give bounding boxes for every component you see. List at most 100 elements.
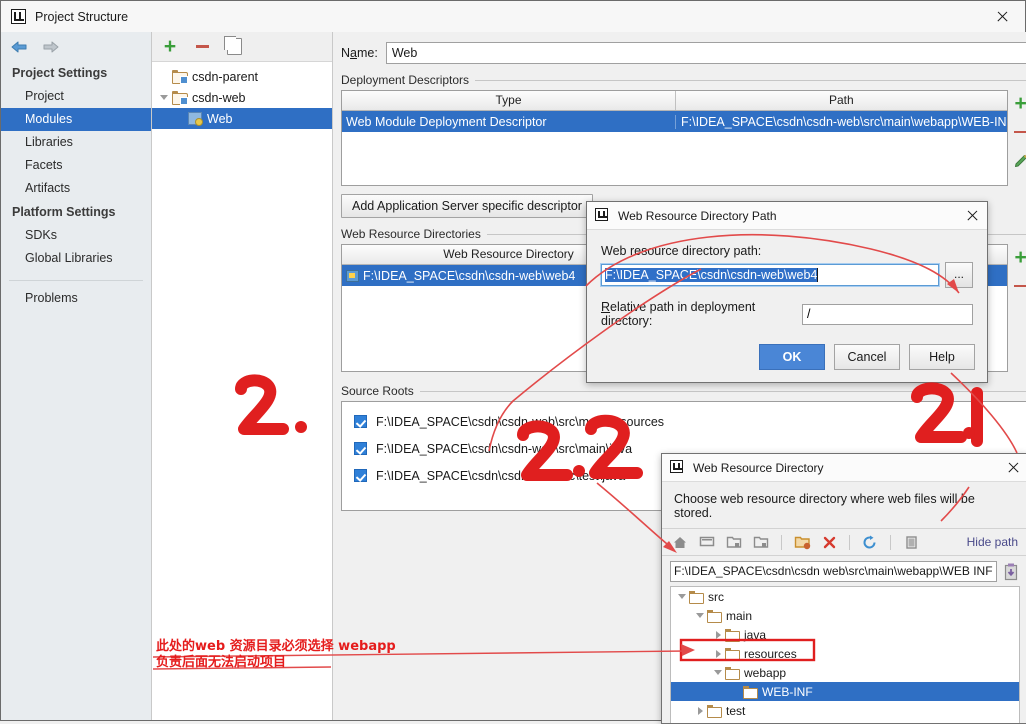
web-resource-path-value: F:\IDEA_SPACE\csdn\csdn-web\web4 — [605, 268, 818, 282]
dialog-close-button[interactable] — [1002, 458, 1024, 477]
browse-button[interactable]: ... — [945, 262, 973, 288]
sidebar-item-facets[interactable]: Facets — [1, 154, 151, 177]
sidebar-item-global-libraries[interactable]: Global Libraries — [1, 247, 151, 270]
folder-icon — [707, 609, 722, 623]
directory-tree: src main java resources webapp WEB-INF t… — [670, 586, 1020, 723]
source-root-checkbox[interactable] — [354, 442, 367, 455]
tree-item[interactable]: main — [671, 606, 1019, 625]
paste-icon[interactable] — [1002, 562, 1020, 581]
tree-item[interactable]: resources — [671, 644, 1019, 663]
sidebar-item-libraries[interactable]: Libraries — [1, 131, 151, 154]
close-icon — [1007, 461, 1020, 474]
web-facet-icon — [188, 112, 203, 126]
module-folder-icon — [172, 91, 188, 105]
folder-icon — [743, 685, 758, 699]
home-icon[interactable] — [670, 532, 690, 552]
ok-button[interactable]: OK — [759, 344, 825, 370]
column-header-path[interactable]: Path — [676, 91, 1007, 110]
cell-type: Web Module Deployment Descriptor — [346, 114, 547, 129]
desktop-icon[interactable] — [697, 532, 717, 552]
sidebar-item-artifacts[interactable]: Artifacts — [1, 177, 151, 200]
tree-item[interactable]: test — [671, 701, 1019, 720]
tree-item-webapp[interactable]: webapp — [671, 663, 1019, 682]
source-root-checkbox[interactable] — [354, 415, 367, 428]
toolbar-separator — [890, 534, 891, 550]
refresh-icon[interactable] — [860, 532, 880, 552]
add-app-server-descriptor-button[interactable]: Add Application Server specific descript… — [341, 194, 593, 218]
module-tree-item[interactable]: csdn-web — [152, 87, 332, 108]
remove-web-resource-button[interactable] — [1011, 276, 1026, 296]
cancel-button[interactable]: Cancel — [834, 344, 900, 370]
project-structure-window: Project Structure Project Settings Proje… — [0, 0, 1026, 724]
module-folder-icon — [172, 70, 188, 84]
modules-panel: + csdn-parent csdn-web Web — [152, 32, 333, 720]
intellij-logo-icon — [670, 459, 686, 476]
toolbar-separator — [849, 534, 850, 550]
add-module-button[interactable]: + — [160, 36, 180, 57]
relative-path-input[interactable] — [802, 303, 973, 325]
web-resource-path-label: Web resource directory path: — [601, 244, 762, 258]
show-hidden-icon[interactable] — [901, 532, 921, 552]
chevron-right-icon[interactable] — [711, 628, 725, 642]
nav-history-controls — [1, 32, 151, 61]
module-tree-item-web[interactable]: Web — [152, 108, 332, 129]
forward-arrow-icon[interactable] — [41, 39, 61, 55]
remove-module-button[interactable] — [192, 37, 212, 57]
module-name-input[interactable] — [385, 42, 1026, 64]
sidebar-item-project[interactable]: Project — [1, 85, 151, 108]
copy-module-button[interactable] — [223, 36, 244, 57]
sidebar-item-modules[interactable]: Modules — [1, 108, 151, 131]
close-icon — [966, 209, 979, 222]
help-button[interactable]: Help — [909, 344, 975, 370]
source-root-row[interactable]: F:\IDEA_SPACE\csdn\csdn-web\src\main\res… — [342, 408, 1026, 435]
intellij-logo-icon — [11, 8, 27, 25]
remove-descriptor-button[interactable] — [1011, 122, 1026, 142]
chevron-right-icon[interactable] — [711, 647, 725, 661]
nav-group-project-settings: Project Settings — [12, 66, 108, 80]
deployment-descriptors-table: Type Path Web Module Deployment Descript… — [341, 90, 1008, 186]
relative-path-label: Relative path in deployment directory: — [601, 300, 756, 328]
add-descriptor-button[interactable]: + — [1011, 93, 1026, 114]
dialog-close-button[interactable] — [961, 206, 983, 225]
tree-item[interactable]: java — [671, 625, 1019, 644]
window-close-button[interactable] — [979, 1, 1025, 31]
sidebar-item-sdks[interactable]: SDKs — [1, 224, 151, 247]
column-header-type[interactable]: Type — [342, 91, 676, 110]
hide-path-link[interactable]: Hide path — [967, 535, 1018, 549]
add-web-resource-button[interactable]: + — [1011, 247, 1026, 268]
folder-icon — [707, 704, 722, 718]
chevron-down-icon[interactable] — [675, 590, 689, 604]
chooser-description: Choose web resource directory where web … — [674, 492, 975, 520]
project-folder-icon[interactable] — [724, 532, 744, 552]
web-resource-folder-icon — [346, 269, 359, 282]
module-folder-icon[interactable] — [751, 532, 771, 552]
tree-item-label: test — [726, 703, 746, 718]
edit-descriptor-button[interactable] — [1011, 151, 1026, 171]
module-label: csdn-parent — [192, 69, 259, 84]
delete-icon[interactable] — [819, 532, 839, 552]
chevron-down-icon[interactable] — [156, 90, 172, 106]
tree-item-label: webapp — [744, 665, 787, 680]
back-arrow-icon[interactable] — [9, 39, 29, 55]
module-name-label: Name: — [341, 46, 378, 60]
chooser-path-input[interactable]: F:\IDEA_SPACE\csdn\csdn web\src\main\web… — [670, 561, 997, 582]
chevron-down-icon[interactable] — [693, 609, 707, 623]
cell-directory-text: F:\IDEA_SPACE\csdn\csdn-web\web4 — [363, 268, 576, 283]
table-row[interactable]: Web Module Deployment Descriptor F:\IDEA… — [342, 111, 1007, 132]
new-folder-icon[interactable] — [792, 532, 812, 552]
tree-item[interactable]: src — [671, 587, 1019, 606]
folder-icon — [725, 666, 740, 680]
web-resource-path-input[interactable]: F:\IDEA_SPACE\csdn\csdn-web\web4 — [600, 263, 940, 287]
sidebar-item-problems[interactable]: Problems — [1, 287, 151, 310]
chevron-down-icon[interactable] — [711, 666, 725, 680]
tree-item-label: resources — [744, 646, 797, 661]
source-root-path: F:\IDEA_SPACE\csdn\csdn-web\src\main\res… — [376, 414, 665, 429]
module-tree-item[interactable]: csdn-parent — [152, 66, 332, 87]
dialog-title: Web Resource Directory — [693, 460, 824, 475]
folder-icon — [725, 628, 740, 642]
tree-item-web-inf[interactable]: WEB-INF — [671, 682, 1019, 701]
source-root-checkbox[interactable] — [354, 469, 367, 482]
module-label: Web — [207, 111, 233, 126]
deployment-descriptors-buttons: + — [1007, 90, 1026, 186]
chevron-right-icon[interactable] — [693, 704, 707, 718]
